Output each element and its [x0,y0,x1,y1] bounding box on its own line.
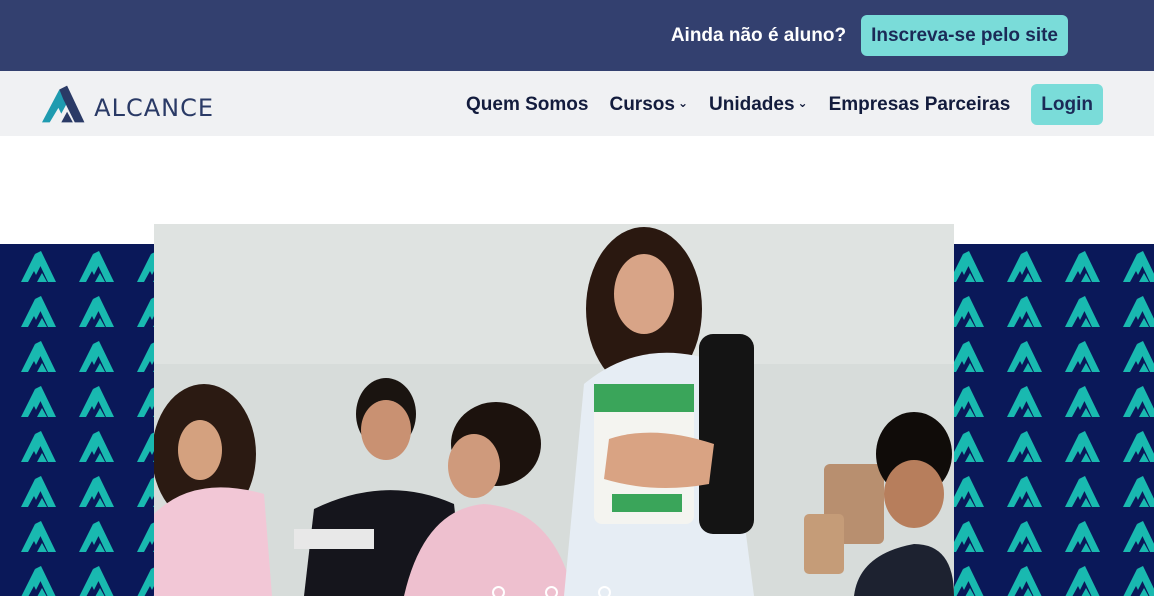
nav-quem-somos[interactable]: Quem Somos [466,94,588,116]
chevron-down-icon: ⌄ [677,95,689,110]
signup-button[interactable]: Inscreva-se pelo site [861,15,1068,56]
nav-unidades[interactable]: Unidades ⌄ [709,94,808,116]
nav-label: Empresas Parceiras [828,93,1011,115]
nav-label: Quem Somos [466,93,589,115]
nav-cursos[interactable]: Cursos ⌄ [609,94,688,116]
brand-logo[interactable]: ALCANCE [42,81,214,123]
login-button[interactable]: Login [1031,84,1103,125]
primary-nav: Quem Somos Cursos ⌄ Unidades ⌄ Empresas … [466,84,1103,125]
carousel-dots [492,586,651,596]
carousel-dot-3[interactable] [598,586,611,596]
brand-name: ALCANCE [94,94,214,122]
nav-empresas-parceiras[interactable]: Empresas Parceiras [829,94,1011,116]
top-bar: Ainda não é aluno? Inscreva-se pelo site [0,0,1154,71]
carousel-dot-2[interactable] [545,586,558,596]
chevron-down-icon: ⌄ [797,95,808,110]
alcance-logo-icon [42,85,85,123]
main-navbar: ALCANCE Quem Somos Cursos ⌄ Unidades ⌄ E… [0,71,1154,136]
carousel-dot-1[interactable] [492,586,505,596]
students-classroom-photo-icon [154,224,954,596]
hero-photo [154,224,954,596]
nav-label: Unidades [709,93,795,115]
nav-label: Cursos [609,93,675,115]
signup-prompt: Ainda não é aluno? [670,24,847,46]
